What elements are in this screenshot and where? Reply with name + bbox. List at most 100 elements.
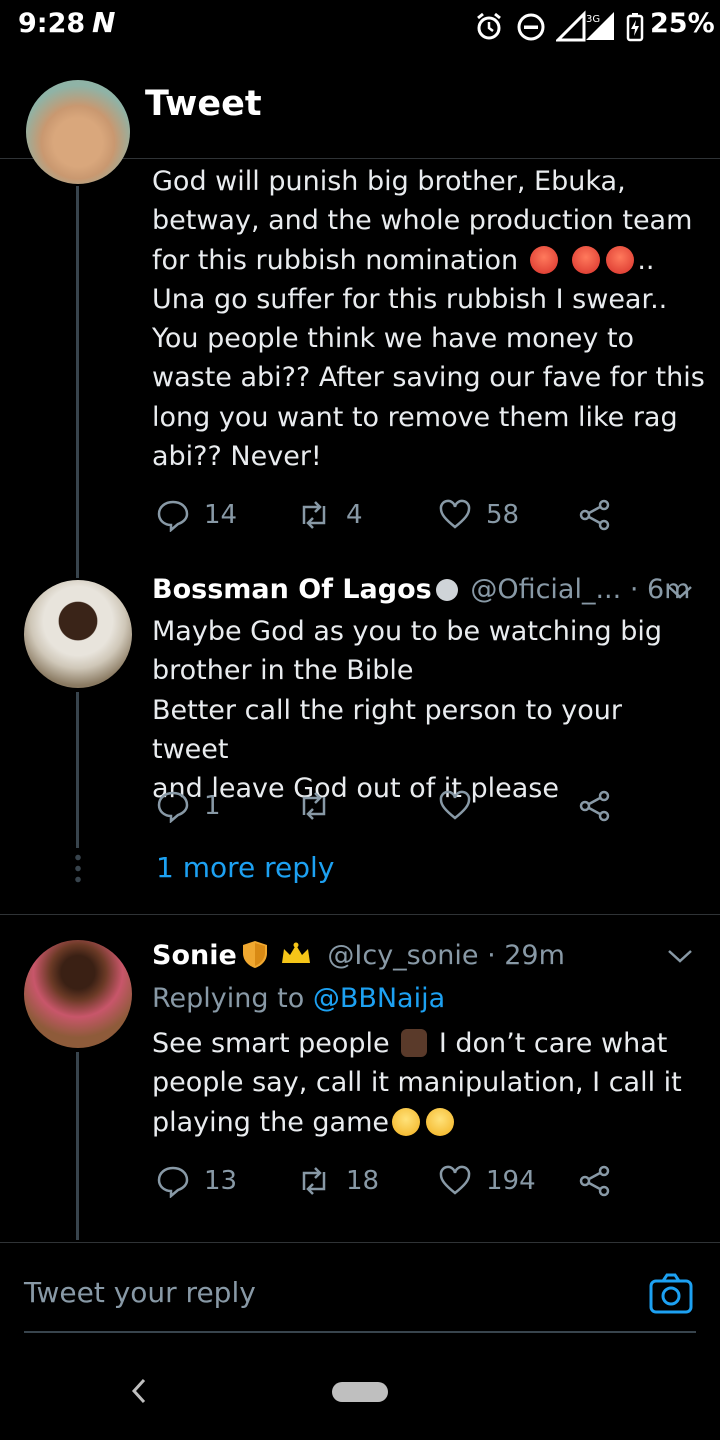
share-button[interactable]	[578, 498, 612, 532]
tweet-line: for this rubbish nomination ..	[152, 241, 707, 280]
tweet-line-trail: ..	[637, 244, 655, 276]
avatar[interactable]	[24, 940, 132, 1048]
tweet-header: Sonie @Icy_sonie · 29m	[152, 939, 565, 971]
tweet-divider	[0, 1242, 720, 1243]
reply-button[interactable]: 13	[156, 1164, 237, 1198]
user-name[interactable]: Bossman Of Lagos	[152, 574, 432, 605]
reply-input[interactable]: Tweet your reply	[24, 1276, 256, 1309]
thread-line	[76, 1052, 79, 1240]
retweet-button[interactable]: 18	[296, 1164, 379, 1198]
angry-face-emoji	[529, 245, 558, 274]
status-time: 9:28	[18, 8, 86, 39]
tweet-line: betway, and the whole production team	[152, 205, 693, 237]
tears-of-joy-emoji	[392, 1107, 420, 1136]
angry-face-emoji	[606, 245, 635, 274]
reply-underline	[24, 1331, 696, 1333]
tweet-line: See smart people I don’t care what	[152, 1024, 707, 1063]
user-name[interactable]: Sonie	[152, 940, 237, 971]
user-handle[interactable]: @Oficial_...	[470, 574, 621, 605]
badge-icon	[435, 579, 458, 601]
alarm-icon	[477, 12, 501, 40]
share-button[interactable]	[578, 1164, 612, 1198]
tweet-line: people say, call it manipulation, I call…	[152, 1067, 682, 1099]
chevron-down-icon[interactable]	[666, 946, 694, 966]
tweet-line-text: playing the game	[152, 1106, 389, 1138]
retweet-count: 18	[346, 1166, 380, 1196]
reply-count: 14	[204, 500, 238, 530]
tweet-line: Una go suffer for this rubbish I swear..	[152, 283, 668, 315]
home-pill[interactable]	[332, 1382, 388, 1402]
thread-dots	[74, 852, 82, 884]
nav-back-icon[interactable]	[128, 1376, 150, 1406]
tweet-header: Bossman Of Lagos @Oficial_... · 6m	[152, 574, 690, 605]
tweet-line: God will punish big brother, Ebuka,	[152, 166, 626, 197]
replying-to-label: Replying to	[152, 983, 305, 1014]
heart-icon	[439, 790, 471, 820]
raised-hands-emoji	[401, 1029, 428, 1057]
tweet-line: Better call the right person to your twe…	[152, 694, 623, 765]
retweet-icon	[302, 792, 326, 820]
svg-text:3G: 3G	[586, 14, 600, 25]
tweet-line: Maybe God as you to be watching big	[152, 616, 663, 647]
comment-icon	[157, 1166, 189, 1198]
status-bar: 9:28 N 3G 25%	[0, 0, 720, 56]
thread-line	[76, 186, 79, 578]
like-count: 194	[486, 1166, 536, 1196]
angry-face-emoji	[572, 245, 601, 274]
reply-count: 13	[204, 1166, 238, 1196]
tweet-line: long you want to remove them like rag	[152, 401, 678, 433]
retweet-icon	[302, 501, 326, 529]
tweet-line: abi?? Never!	[152, 441, 322, 473]
more-replies-link[interactable]: 1 more reply	[156, 851, 334, 884]
tears-of-joy-emoji	[426, 1107, 454, 1136]
retweet-icon	[302, 1167, 326, 1195]
tweet-line-text: I don’t care what	[438, 1028, 668, 1059]
tweet-line: brother in the Bible	[152, 655, 414, 687]
tweet-time: · 29m	[487, 940, 565, 971]
netflix-notification-icon: N	[92, 6, 116, 39]
battery-percent: 25%	[650, 8, 715, 39]
like-count: 58	[486, 500, 520, 530]
avatar[interactable]	[26, 80, 130, 184]
tweet-line: You people think we have money to	[152, 323, 635, 355]
tweet-line: and leave God out of it please	[152, 773, 559, 805]
tweet-line: playing the game	[152, 1103, 707, 1142]
camera-icon[interactable]	[648, 1272, 694, 1316]
retweet-count: 4	[346, 500, 363, 530]
tweet-line-text: See smart people	[152, 1028, 390, 1059]
crown-emoji	[281, 942, 310, 963]
like-button[interactable]: 194	[438, 1164, 536, 1198]
share-button[interactable]	[578, 789, 612, 823]
comment-icon	[157, 791, 189, 823]
chevron-down-icon[interactable]	[666, 582, 694, 602]
tweet-line-text: for this rubbish nomination	[152, 244, 519, 276]
replying-to-handle[interactable]: @BBNaija	[313, 983, 445, 1014]
share-icon	[579, 1165, 610, 1197]
cell-signal-icon: 3G	[556, 10, 614, 42]
tweet-divider	[0, 914, 720, 915]
tweet-line: waste abi?? After saving our fave for th…	[152, 362, 705, 394]
heart-icon	[439, 499, 471, 529]
like-button[interactable]	[438, 789, 472, 823]
do-not-disturb-icon	[517, 13, 545, 41]
reply-button[interactable]: 14	[156, 498, 237, 532]
heart-icon	[439, 1165, 471, 1195]
battery-icon	[626, 13, 644, 42]
tweet-text: See smart people I don’t care what peopl…	[152, 1024, 707, 1142]
reply-count: 1	[204, 791, 221, 821]
retweet-button[interactable]	[296, 789, 332, 823]
replying-to: Replying to @BBNaija	[152, 979, 445, 1018]
page-title: Tweet	[145, 84, 262, 124]
shield-emoji	[242, 941, 267, 968]
tweet-text: God will punish big brother, Ebuka, betw…	[152, 162, 707, 476]
thread-line	[76, 692, 79, 848]
share-icon	[579, 790, 610, 822]
share-icon	[579, 499, 610, 531]
user-handle[interactable]: @Icy_sonie	[327, 940, 478, 971]
tweet-text: Maybe God as you to be watching big brot…	[152, 612, 707, 808]
like-button[interactable]: 58	[438, 498, 519, 532]
comment-icon	[157, 500, 189, 532]
avatar[interactable]	[24, 580, 132, 688]
retweet-button[interactable]: 4	[296, 498, 363, 532]
reply-button[interactable]: 1	[156, 789, 221, 823]
